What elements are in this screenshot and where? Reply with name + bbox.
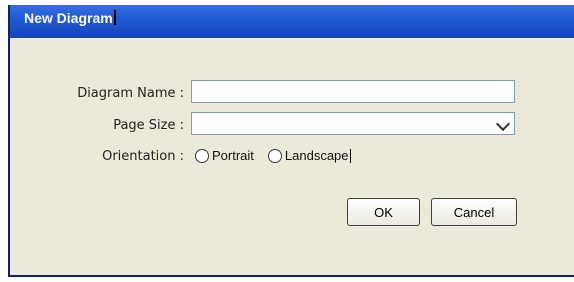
- radio-button-portrait[interactable]: [195, 148, 209, 163]
- ok-button[interactable]: OK: [347, 198, 420, 226]
- cancel-button[interactable]: Cancel: [431, 198, 517, 226]
- dialog-title: New Diagram: [24, 10, 116, 26]
- orientation-portrait-option[interactable]: Portrait: [195, 148, 254, 163]
- page-size-select[interactable]: [191, 112, 515, 135]
- landscape-label: Landscape: [284, 148, 349, 163]
- diagram-name-input[interactable]: [191, 80, 515, 103]
- orientation-label: Orientation :: [102, 149, 184, 164]
- new-diagram-dialog: New Diagram Diagram Name : Page Size : O…: [8, 5, 574, 277]
- diagram-name-label: Diagram Name :: [77, 86, 184, 101]
- title-bar[interactable]: New Diagram: [10, 5, 574, 38]
- orientation-radio-group: Portrait Landscape: [195, 148, 365, 163]
- chevron-down-icon[interactable]: [495, 116, 511, 132]
- text-caret: [349, 148, 351, 163]
- radio-button-landscape[interactable]: [267, 148, 282, 163]
- portrait-label: Portrait: [212, 148, 254, 163]
- orientation-landscape-option[interactable]: Landscape: [267, 148, 351, 163]
- page-size-label: Page Size :: [113, 118, 184, 133]
